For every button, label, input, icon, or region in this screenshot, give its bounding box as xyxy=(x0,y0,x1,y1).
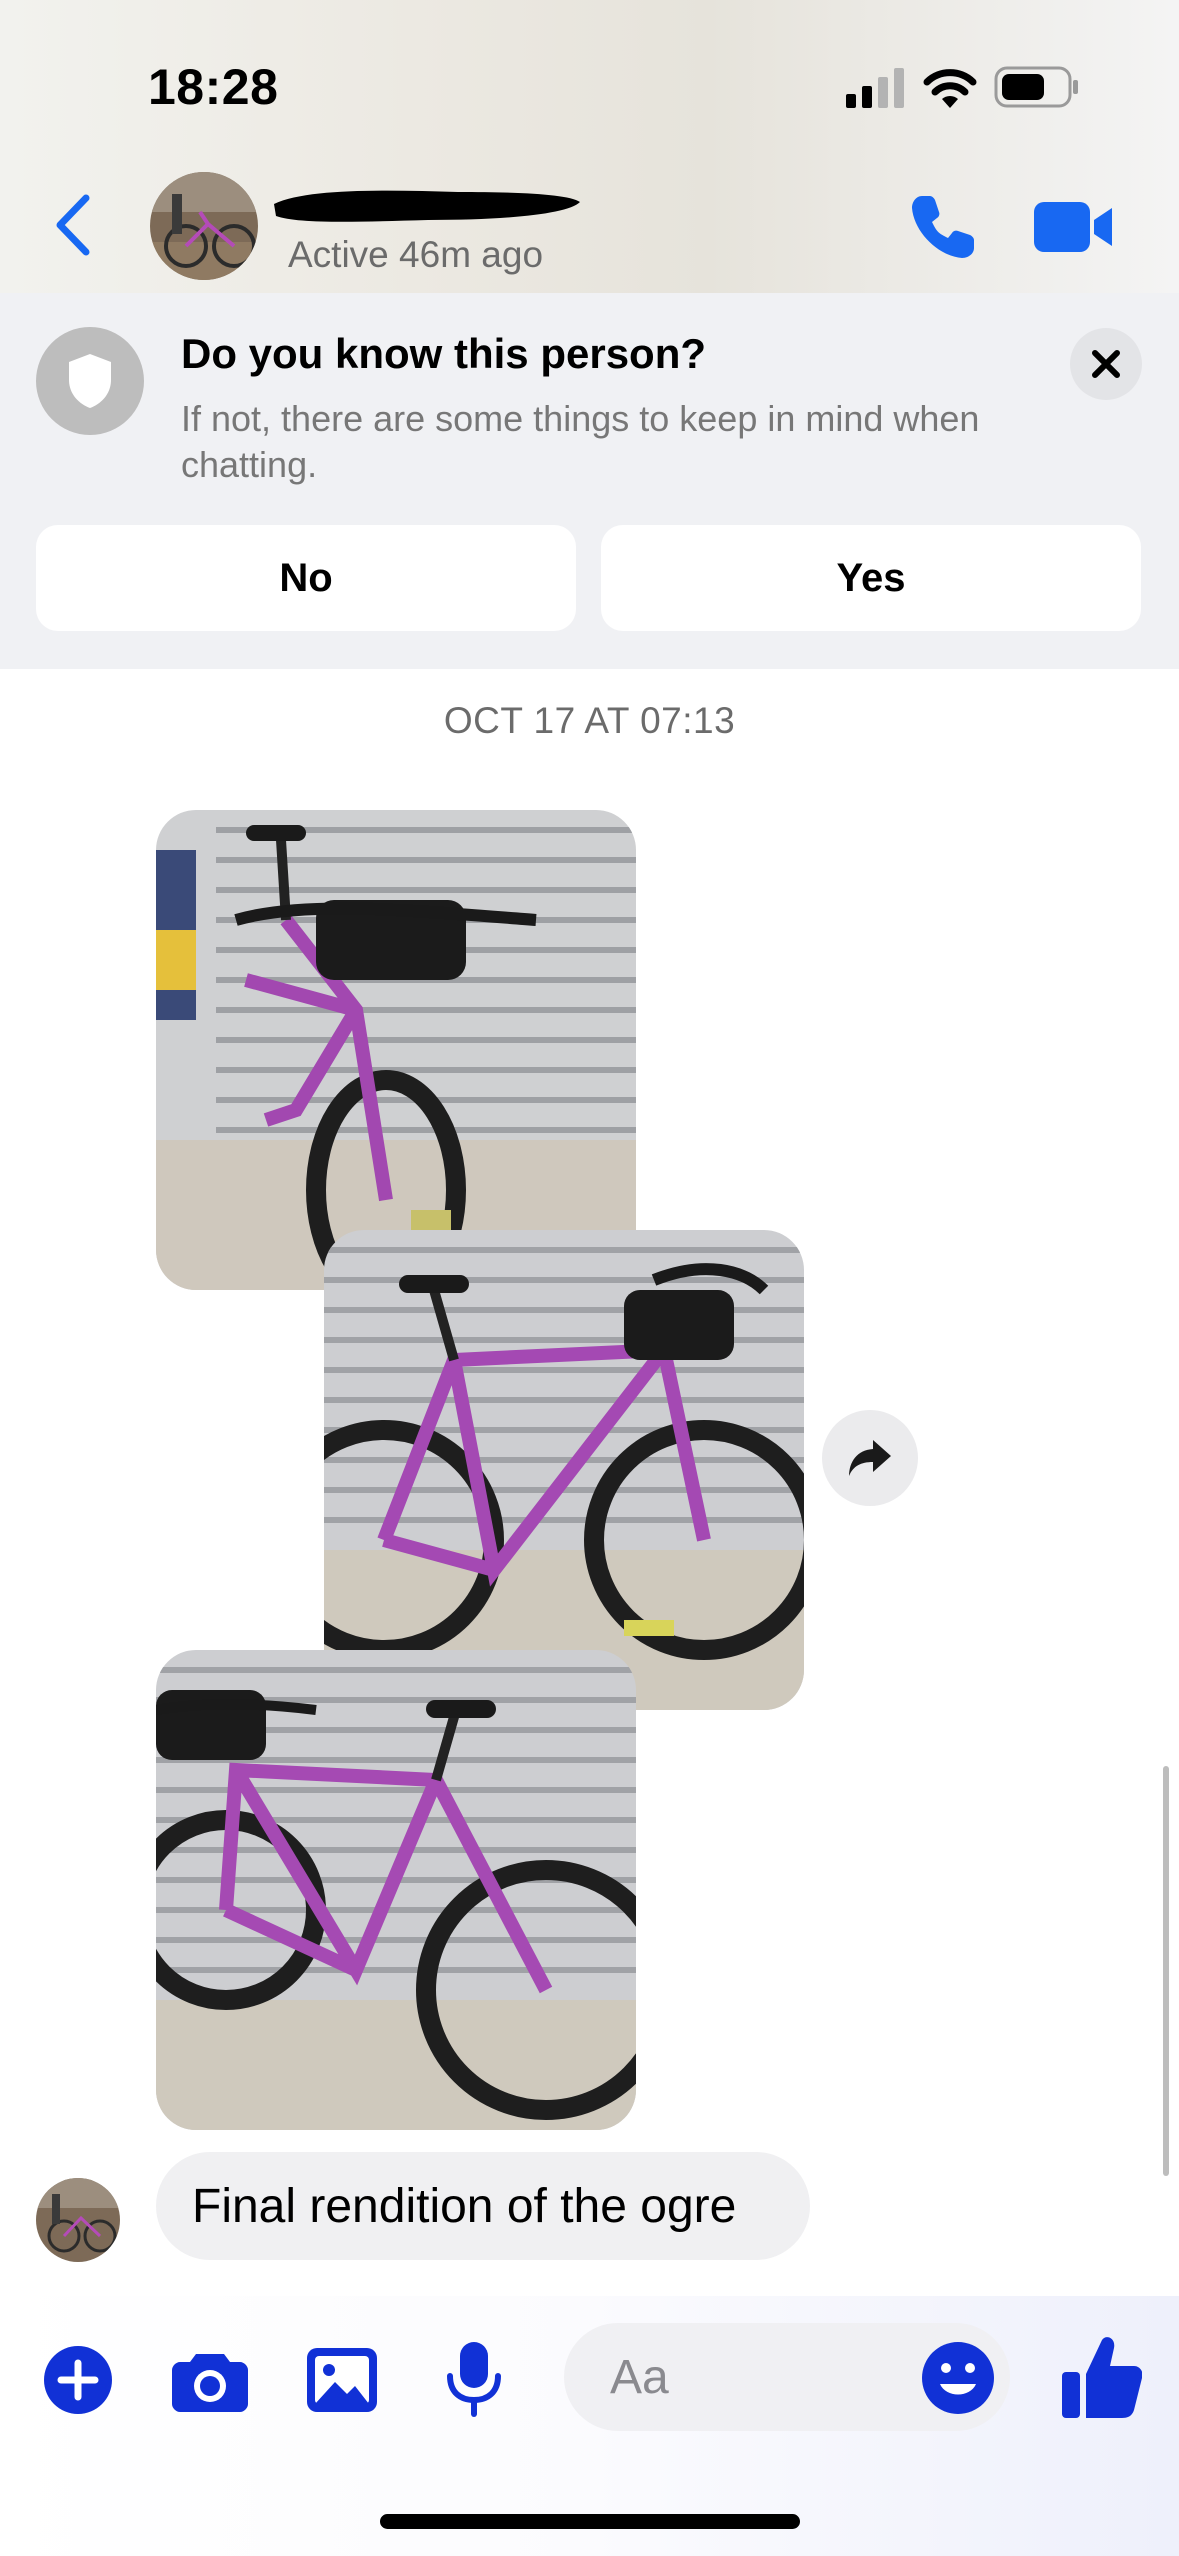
home-indicator[interactable] xyxy=(380,2514,800,2529)
forward-button[interactable] xyxy=(822,1410,918,1506)
status-time: 18:28 xyxy=(148,59,279,115)
voice-button[interactable] xyxy=(434,2340,514,2420)
gallery-icon xyxy=(307,2348,377,2412)
battery-icon xyxy=(994,66,1078,108)
back-chevron-icon[interactable] xyxy=(50,190,100,260)
cellular-signal-icon xyxy=(846,68,904,108)
shield-avatar xyxy=(36,327,144,435)
message-text: Final rendition of the ogre xyxy=(192,2179,737,2233)
camera-icon xyxy=(172,2354,248,2412)
shield-icon xyxy=(69,354,111,408)
thumbs-up-icon[interactable] xyxy=(1062,2334,1142,2418)
emoji-icon[interactable] xyxy=(920,2340,996,2416)
active-status: Active 46m ago xyxy=(288,234,544,275)
microphone-icon xyxy=(447,2342,501,2417)
bike-photo-3[interactable] xyxy=(156,1650,636,2130)
banner-title: Do you know this person? xyxy=(181,330,707,377)
gallery-button[interactable] xyxy=(302,2340,382,2420)
plus-icon xyxy=(44,2346,112,2414)
wifi-icon xyxy=(923,69,977,108)
close-icon xyxy=(1092,350,1120,378)
message-input-placeholder: Aa xyxy=(610,2351,669,2404)
bike-photo-2[interactable] xyxy=(324,1230,804,1710)
contact-name-redacted xyxy=(274,190,580,222)
video-camera-icon[interactable] xyxy=(1032,198,1114,256)
contact-avatar[interactable] xyxy=(150,172,258,280)
yes-button[interactable]: Yes xyxy=(601,525,1141,631)
message-bubble[interactable]: Final rendition of the ogre xyxy=(156,2152,810,2260)
phone-icon[interactable] xyxy=(908,192,978,262)
banner-description: If not, there are some things to keep in… xyxy=(181,398,980,485)
sender-avatar[interactable] xyxy=(36,2178,120,2262)
no-button[interactable]: No xyxy=(36,525,576,631)
add-button[interactable] xyxy=(38,2340,118,2420)
close-banner-button[interactable] xyxy=(1070,328,1142,400)
scrollbar[interactable] xyxy=(1163,1766,1169,2176)
share-arrow-icon xyxy=(849,1440,891,1476)
bike-photo-1[interactable] xyxy=(156,810,636,1290)
message-timestamp: OCT 17 AT 07:13 xyxy=(443,700,736,741)
camera-button[interactable] xyxy=(170,2340,250,2420)
